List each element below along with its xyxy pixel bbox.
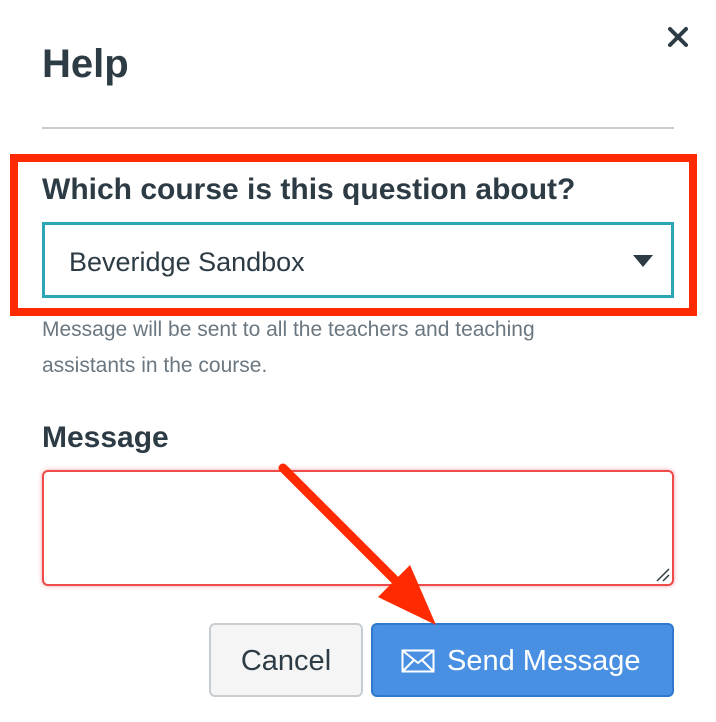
resize-handle-icon[interactable] (654, 566, 670, 582)
close-icon (668, 27, 688, 47)
message-textarea[interactable] (42, 470, 674, 586)
send-message-button[interactable]: Send Message (371, 623, 674, 697)
close-button[interactable] (660, 20, 696, 56)
send-message-label: Send Message (447, 645, 641, 677)
course-hint-text: Message will be sent to all the teachers… (42, 318, 535, 377)
help-dialog: Help Which course is this question about… (0, 0, 716, 722)
header-divider (42, 127, 674, 129)
envelope-icon (401, 649, 435, 673)
dialog-title: Help (42, 42, 129, 86)
course-select[interactable]: Beveridge Sandbox (42, 222, 674, 298)
course-question-label: Which course is this question about? (42, 173, 576, 206)
chevron-down-icon (633, 255, 653, 267)
message-label: Message (42, 421, 169, 454)
cancel-button[interactable]: Cancel (209, 623, 363, 697)
course-select-value: Beveridge Sandbox (69, 247, 305, 277)
